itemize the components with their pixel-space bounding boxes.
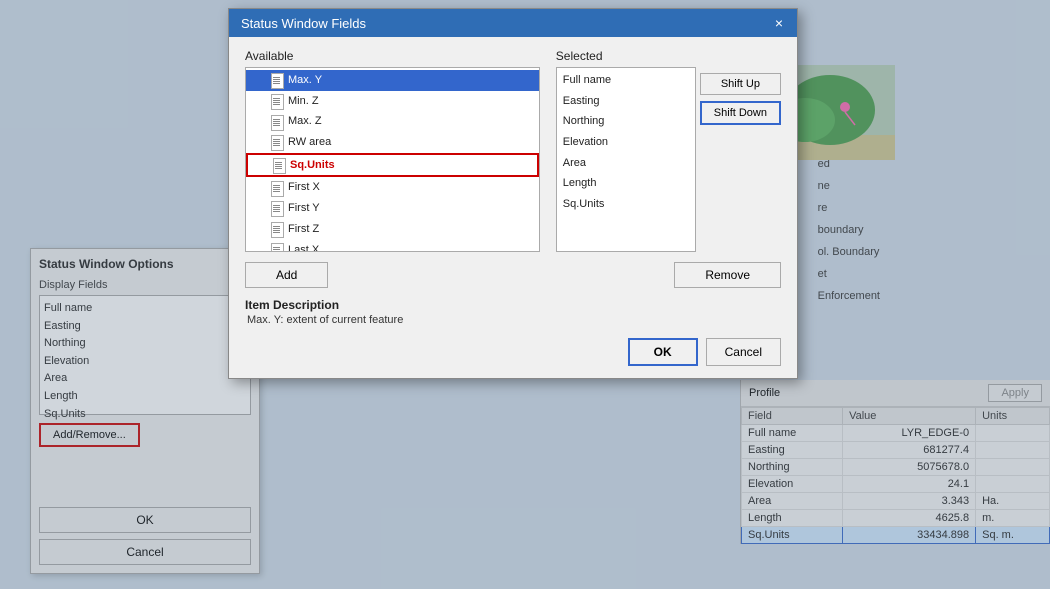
doc-icon <box>270 114 284 130</box>
selected-label: Selected <box>556 49 696 63</box>
selected-list-item[interactable]: Northing <box>561 111 691 132</box>
selected-list-item[interactable]: Easting <box>561 91 691 112</box>
two-col-layout: Available Max. Y Min. ZMax. Z RW area Sq.Un… <box>245 49 781 252</box>
available-item-label: Sq.Units <box>290 156 335 175</box>
available-list-item[interactable]: Max. Z <box>246 111 539 132</box>
shift-down-button[interactable]: Shift Down <box>700 101 781 125</box>
available-item-label: Last X <box>288 241 319 252</box>
shift-up-button[interactable]: Shift Up <box>700 73 781 95</box>
shift-buttons-area: Shift Up Shift Down <box>700 73 781 252</box>
dialog-body: Available Max. Y Min. ZMax. Z RW area Sq.Un… <box>229 37 797 378</box>
available-item-label: First X <box>288 178 320 197</box>
item-description-section: Item Description Max. Y: extent of curre… <box>245 298 781 326</box>
selected-area: Selected Full nameEastingNorthingElevati… <box>556 49 781 252</box>
selected-list-item[interactable]: Length <box>561 173 691 194</box>
add-button[interactable]: Add <box>245 262 328 288</box>
cancel-button[interactable]: Cancel <box>706 338 781 366</box>
available-list-item[interactable]: Sq.Units <box>246 153 539 178</box>
doc-icon <box>270 93 284 109</box>
item-description-title: Item Description <box>245 298 781 312</box>
available-list-item[interactable]: Min. Z <box>246 91 539 112</box>
doc-icon <box>270 180 284 196</box>
action-row: Add Remove <box>245 262 781 288</box>
selected-list[interactable]: Full nameEastingNorthingElevationAreaLen… <box>556 67 696 252</box>
available-item-label: RW area <box>288 133 331 152</box>
dialog-footer: OK Cancel <box>245 338 781 366</box>
doc-icon <box>272 157 286 173</box>
doc-icon <box>270 242 284 251</box>
doc-icon <box>270 134 284 150</box>
available-label: Available <box>245 49 540 63</box>
dialog-close-button[interactable]: × <box>773 15 785 31</box>
available-list[interactable]: Max. Y Min. ZMax. Z RW area Sq.Units First X… <box>246 68 539 251</box>
doc-icon <box>270 200 284 216</box>
doc-icon <box>270 72 284 88</box>
available-item-label: Min. Z <box>288 92 319 111</box>
available-item-label: Max. Y <box>288 71 322 90</box>
available-list-item[interactable]: First Y <box>246 198 539 219</box>
available-list-item[interactable]: RW area <box>246 132 539 153</box>
available-list-item[interactable]: Max. Y <box>246 70 539 91</box>
remove-button[interactable]: Remove <box>674 262 781 288</box>
available-list-item[interactable]: Last X <box>246 240 539 252</box>
main-dialog: Status Window Fields × Available Max. YM… <box>228 8 798 379</box>
dialog-titlebar: Status Window Fields × <box>229 9 797 37</box>
selected-list-item[interactable]: Elevation <box>561 132 691 153</box>
selected-list-item[interactable]: Area <box>561 153 691 174</box>
selected-list-item[interactable]: Sq.Units <box>561 194 691 215</box>
available-panel: Available Max. Y Min. ZMax. Z RW area Sq.Un… <box>245 49 540 252</box>
available-item-label: Max. Z <box>288 112 322 131</box>
available-list-container: Max. Y Min. ZMax. Z RW area Sq.Units First X… <box>245 67 540 252</box>
ok-button[interactable]: OK <box>628 338 698 366</box>
item-description-text: Max. Y: extent of current feature <box>247 314 781 326</box>
available-list-item[interactable]: First X <box>246 177 539 198</box>
available-list-item[interactable]: First Z <box>246 219 539 240</box>
selected-list-item[interactable]: Full name <box>561 70 691 91</box>
available-item-label: First Y <box>288 199 320 218</box>
dialog-title: Status Window Fields <box>241 16 366 31</box>
selected-panel: Selected Full nameEastingNorthingElevati… <box>556 49 696 252</box>
doc-icon <box>270 221 284 237</box>
available-item-label: First Z <box>288 220 319 239</box>
